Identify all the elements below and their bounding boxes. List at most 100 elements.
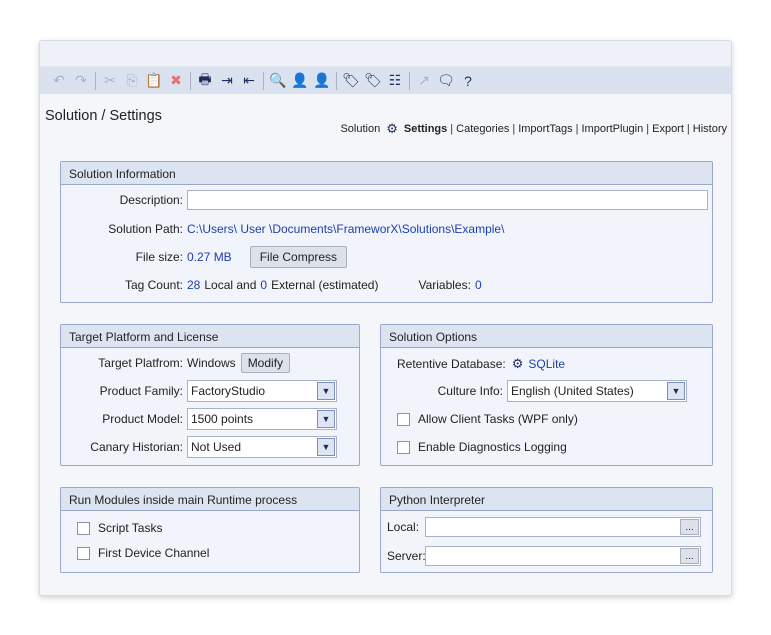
toolbar-separator	[263, 71, 264, 90]
target-platform-value: Windows	[187, 356, 236, 370]
file-size-label: File size:	[135, 250, 183, 264]
solution-path-label: Solution Path:	[108, 222, 183, 236]
tag-icon[interactable]: 🏷	[340, 71, 362, 91]
nav-separator: |	[450, 123, 454, 135]
script-tasks-label: Script Tasks	[98, 521, 163, 535]
python-server-field: ...	[425, 546, 701, 566]
paste-icon[interactable]: 📋	[143, 71, 165, 91]
target-platform-label: Target Platfrom:	[98, 356, 183, 370]
search-icon[interactable]: 🔍	[267, 71, 289, 91]
target-platform-panel: Target Platform and License Target Platf…	[60, 324, 360, 466]
chevron-down-icon[interactable]: ▼	[667, 382, 685, 400]
nav-solution[interactable]: Solution	[340, 123, 380, 135]
solution-path-value: C:\Users\ User \Documents\FrameworX\Solu…	[187, 222, 505, 236]
breadcrumb-nav: Solution ⚙ Settings | Categories | Impor…	[340, 121, 727, 137]
title-strip	[40, 41, 731, 67]
redo-icon[interactable]: ↷	[70, 71, 92, 91]
python-local-browse-button[interactable]: ...	[680, 519, 699, 535]
gear-icon: ⚙	[386, 121, 398, 136]
panel-header: Target Platform and License	[61, 325, 359, 348]
nav-import-plugin[interactable]: ImportPlugin	[581, 123, 643, 135]
nav-categories[interactable]: Categories	[456, 123, 509, 135]
user-remove-icon[interactable]: 👤	[311, 71, 333, 91]
allow-client-tasks-label: Allow Client Tasks (WPF only)	[418, 412, 578, 426]
nav-settings[interactable]: Settings	[404, 123, 447, 135]
tag-external-text: External (estimated)	[271, 278, 379, 292]
canary-historian-label: Canary Historian:	[90, 440, 183, 454]
import-icon[interactable]: ⇥	[216, 71, 238, 91]
python-local-label: Local:	[387, 520, 420, 534]
enable-diagnostics-label: Enable Diagnostics Logging	[418, 440, 567, 454]
nav-separator: |	[646, 123, 650, 135]
first-device-channel-checkbox[interactable]	[77, 546, 90, 560]
toolbar-separator	[336, 71, 337, 90]
canary-historian-value: Not Used	[191, 440, 242, 454]
panel-header: Python Interpreter	[381, 488, 712, 511]
culture-info-label: Culture Info:	[437, 384, 503, 398]
tag-external-count: 0	[260, 278, 268, 292]
python-server-browse-button[interactable]: ...	[680, 548, 699, 564]
chevron-down-icon[interactable]: ▼	[317, 382, 335, 400]
toolbar: ↶ ↷ ✂ ⎘ 📋 ✖ 🖶 ⇥ ⇤ 🔍 👤 👤 🏷 🏷 ☷ ↗ 🗨?	[40, 67, 731, 94]
panel-header: Solution Information	[61, 162, 712, 185]
tree-icon[interactable]: ☷	[384, 71, 406, 91]
nav-history[interactable]: History	[693, 123, 727, 135]
comment-icon[interactable]: 🗨	[435, 71, 457, 91]
nav-separator: |	[512, 123, 516, 135]
tag-count-label: Tag Count:	[124, 278, 183, 292]
canary-historian-select[interactable]: Not Used ▼	[187, 436, 337, 458]
nav-separator: |	[686, 123, 690, 135]
product-family-value: FactoryStudio	[191, 384, 266, 398]
variables-label: Variables:	[418, 278, 471, 292]
culture-info-select[interactable]: English (United States) ▼	[507, 380, 687, 402]
help-icon[interactable]: ?	[457, 71, 479, 91]
user-add-icon[interactable]: 👤	[289, 71, 311, 91]
tags-icon[interactable]: 🏷	[362, 71, 384, 91]
export-icon[interactable]: ⇤	[238, 71, 260, 91]
file-compress-button[interactable]: File Compress	[249, 246, 348, 268]
culture-info-value: English (United States)	[511, 384, 634, 398]
solution-options-panel: Solution Options Retentive Database: ⚙ S…	[380, 324, 713, 466]
product-family-select[interactable]: FactoryStudio ▼	[187, 380, 337, 402]
nav-import-tags[interactable]: ImportTags	[518, 123, 572, 135]
copy-icon[interactable]: ⎘	[121, 71, 143, 91]
external-link-icon[interactable]: ↗	[413, 71, 435, 91]
page-title: Solution / Settings	[45, 108, 162, 124]
toolbar-separator	[190, 71, 191, 90]
panel-header: Solution Options	[381, 325, 712, 348]
gear-icon: ⚙	[511, 356, 524, 371]
nav-separator: |	[575, 123, 579, 135]
nav-export[interactable]: Export	[652, 123, 684, 135]
toolbar-separator	[409, 71, 410, 90]
python-local-input[interactable]	[426, 518, 679, 536]
tag-local-text: Local and	[204, 278, 257, 292]
script-tasks-checkbox[interactable]	[77, 521, 90, 535]
modify-button[interactable]: Modify	[240, 353, 291, 373]
print-icon[interactable]: 🖶	[194, 71, 216, 91]
product-model-value: 1500 points	[191, 412, 254, 426]
toolbar-separator	[95, 71, 96, 90]
cut-icon[interactable]: ✂	[99, 71, 121, 91]
solution-information-panel: Solution Information Description: Soluti…	[60, 161, 713, 303]
first-device-channel-label: First Device Channel	[98, 546, 210, 560]
python-server-label: Server:	[387, 549, 426, 563]
python-local-field: ...	[425, 517, 701, 537]
undo-icon[interactable]: ↶	[48, 71, 70, 91]
description-input[interactable]	[187, 190, 708, 210]
product-family-label: Product Family:	[99, 384, 183, 398]
retentive-database-value[interactable]: SQLite	[528, 357, 565, 371]
panel-header: Run Modules inside main Runtime process	[61, 488, 359, 511]
python-server-input[interactable]	[426, 547, 679, 565]
retentive-database-label: Retentive Database:	[397, 357, 506, 371]
allow-client-tasks-checkbox[interactable]	[397, 412, 410, 426]
enable-diagnostics-checkbox[interactable]	[397, 440, 410, 454]
tag-local-count: 28	[187, 278, 201, 292]
product-model-select[interactable]: 1500 points ▼	[187, 408, 337, 430]
run-modules-panel: Run Modules inside main Runtime process …	[60, 487, 360, 573]
chevron-down-icon[interactable]: ▼	[317, 438, 335, 456]
chevron-down-icon[interactable]: ▼	[317, 410, 335, 428]
delete-icon[interactable]: ✖	[165, 71, 187, 91]
variables-value: 0	[474, 278, 482, 292]
description-label: Description:	[119, 193, 183, 207]
python-interpreter-panel: Python Interpreter Local: ... Server: ..…	[380, 487, 713, 573]
